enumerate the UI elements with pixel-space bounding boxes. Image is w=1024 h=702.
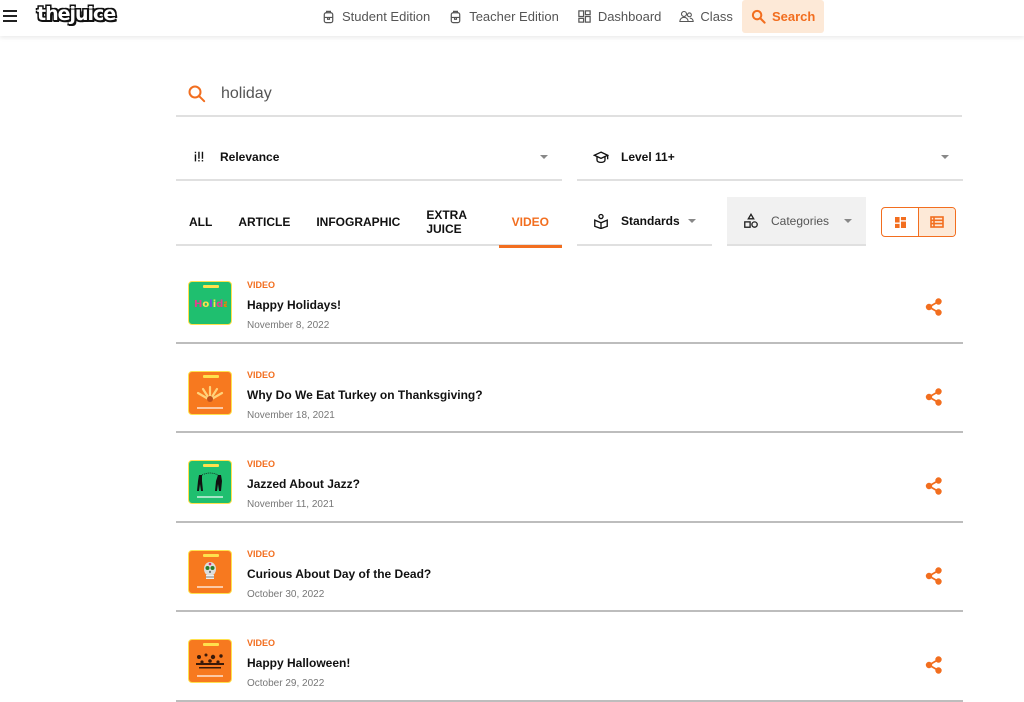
tab-all[interactable]: ALL bbox=[176, 197, 225, 246]
categories-select[interactable]: Categories bbox=[727, 197, 866, 246]
video-thumbnail bbox=[188, 549, 232, 594]
nav-label: Dashboard bbox=[597, 9, 662, 24]
tab-video[interactable]: VIDEO bbox=[498, 197, 563, 248]
results-list: Holidays VIDEO Happy Holidays! November … bbox=[176, 254, 963, 702]
result-date: October 30, 2022 bbox=[247, 588, 325, 600]
result-item[interactable]: VIDEO Jazzed About Jazz? November 11, 20… bbox=[176, 433, 963, 523]
nav-label: Search bbox=[771, 9, 816, 24]
chevron-down-icon bbox=[688, 219, 696, 223]
tab-article[interactable]: ARTICLE bbox=[225, 197, 303, 246]
logo[interactable]: thejuice bbox=[37, 3, 116, 25]
nav-student-edition[interactable]: Student Edition bbox=[316, 0, 439, 33]
grid-icon bbox=[894, 216, 906, 228]
share-icon[interactable] bbox=[924, 476, 944, 496]
backpack-icon bbox=[323, 10, 334, 24]
backpack-icon bbox=[450, 10, 461, 24]
standards-icon bbox=[591, 212, 611, 230]
result-date: November 8, 2022 bbox=[247, 320, 330, 331]
search-input[interactable] bbox=[221, 84, 921, 103]
content-type-tabs: ALL ARTICLE INFOGRAPHIC EXTRA JUICE VIDE… bbox=[176, 197, 563, 248]
top-navigation-bar: thejuice Student Edition Teacher Edition… bbox=[0, 0, 1024, 36]
result-title[interactable]: Jazzed About Jazz? bbox=[247, 477, 360, 491]
result-date: November 11, 2021 bbox=[247, 499, 335, 510]
chevron-down-icon bbox=[540, 155, 548, 159]
result-type: VIDEO bbox=[247, 548, 276, 559]
tab-extra-juice[interactable]: EXTRA JUICE bbox=[413, 197, 498, 246]
standards-label: Standards bbox=[621, 213, 680, 228]
share-icon[interactable] bbox=[924, 655, 944, 675]
sort-label: Relevance bbox=[220, 150, 280, 164]
categories-label: Categories bbox=[771, 213, 830, 228]
result-title[interactable]: Happy Halloween! bbox=[247, 656, 350, 670]
result-item[interactable]: Holidays VIDEO Happy Holidays! November … bbox=[176, 254, 963, 344]
video-thumbnail bbox=[188, 370, 232, 415]
level-label: Level 11+ bbox=[621, 150, 675, 164]
main-nav: Student Edition Teacher Edition Dashboar… bbox=[316, 0, 825, 33]
nav-label: Teacher Edition bbox=[469, 9, 559, 24]
svg-text:Holidays: Holidays bbox=[194, 299, 227, 310]
result-title[interactable]: Curious About Day of the Dead? bbox=[247, 567, 431, 581]
result-type: VIDEO bbox=[247, 638, 276, 648]
search-icon bbox=[188, 85, 206, 102]
grid-view-button[interactable] bbox=[882, 208, 918, 236]
search-bar bbox=[176, 72, 962, 117]
list-icon bbox=[930, 216, 944, 228]
share-icon[interactable] bbox=[924, 566, 944, 586]
video-thumbnail bbox=[188, 460, 232, 504]
dashboard-icon bbox=[578, 10, 591, 23]
chevron-down-icon bbox=[844, 219, 852, 223]
nav-search[interactable]: Search bbox=[741, 0, 825, 33]
result-date: October 29, 2022 bbox=[247, 678, 325, 689]
level-select[interactable]: Level 11+ bbox=[577, 135, 963, 181]
nav-label: Student Edition bbox=[342, 9, 431, 24]
video-thumbnail: Holidays bbox=[188, 281, 232, 325]
nav-teacher-edition[interactable]: Teacher Edition bbox=[439, 0, 568, 33]
tab-infographic[interactable]: INFOGRAPHIC bbox=[303, 197, 413, 246]
sort-icon bbox=[190, 148, 210, 166]
standards-select[interactable]: Standards bbox=[577, 197, 712, 246]
nav-class[interactable]: Class bbox=[670, 0, 742, 33]
result-title[interactable]: Why Do We Eat Turkey on Thanksgiving? bbox=[247, 388, 483, 402]
result-item[interactable]: VIDEO Why Do We Eat Turkey on Thanksgivi… bbox=[176, 344, 963, 433]
users-icon bbox=[679, 10, 695, 23]
result-date: November 18, 2021 bbox=[247, 409, 335, 421]
result-type: VIDEO bbox=[247, 459, 276, 469]
nav-label: Class bbox=[700, 9, 733, 24]
sort-select[interactable]: Relevance bbox=[176, 135, 562, 181]
result-item[interactable]: VIDEO Happy Halloween! October 29, 2022 bbox=[176, 612, 963, 702]
view-toggle bbox=[881, 207, 956, 237]
result-type: VIDEO bbox=[247, 280, 276, 290]
result-item[interactable]: VIDEO Curious About Day of the Dead? Oct… bbox=[176, 523, 963, 612]
video-thumbnail bbox=[188, 639, 232, 683]
menu-icon[interactable] bbox=[3, 10, 17, 22]
result-title[interactable]: Happy Holidays! bbox=[247, 298, 341, 312]
share-icon[interactable] bbox=[924, 297, 944, 317]
share-icon[interactable] bbox=[924, 387, 944, 407]
graduation-cap-icon bbox=[591, 148, 611, 166]
chevron-down-icon bbox=[941, 155, 949, 159]
result-type: VIDEO bbox=[247, 369, 276, 380]
search-icon bbox=[751, 9, 766, 24]
list-view-button[interactable] bbox=[918, 208, 955, 236]
nav-dashboard[interactable]: Dashboard bbox=[568, 0, 671, 33]
shapes-icon bbox=[741, 212, 761, 230]
